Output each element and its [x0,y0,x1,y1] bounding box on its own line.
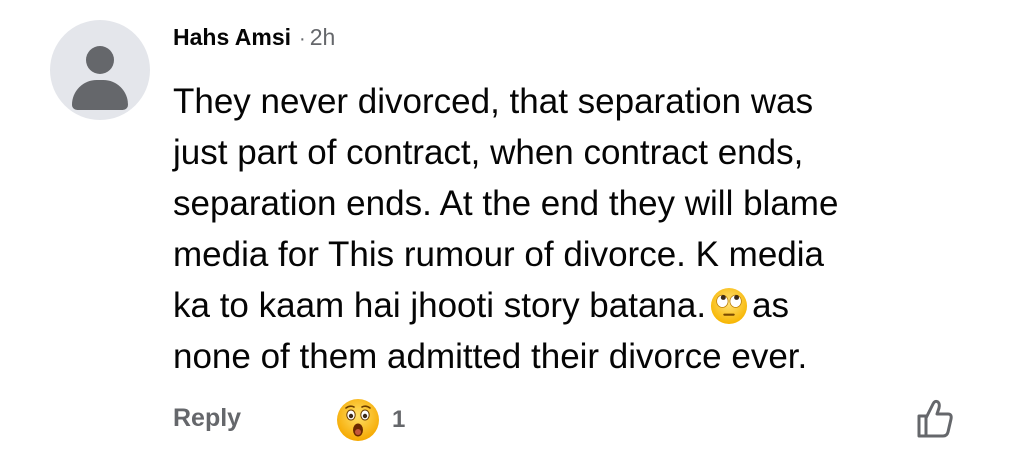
comment-line-3: separation ends. At the end they will bl… [173,184,839,223]
comment-line-5-tail: as [752,286,790,325]
comment-actions: Reply 1 [173,398,973,442]
comment-header: Hahs Amsi · 2h [173,24,335,56]
comment: Hahs Amsi · 2h They never divorced, that… [0,0,1024,469]
avatar-body-shape [72,80,128,110]
comment-line-2: just part of contract, when contract end… [173,133,804,172]
timestamp[interactable]: 2h [310,24,336,51]
comment-line-1: They never divorced, that separation was [173,82,814,121]
avatar[interactable] [50,20,150,120]
reaction-summary[interactable]: 1 [336,398,405,442]
separator-dot: · [299,28,306,50]
avatar-head-shape [86,46,114,74]
comment-line-4: media for This rumour of divorce. K medi… [173,235,825,274]
thumbs-up-icon[interactable] [915,398,955,440]
reply-button[interactable]: Reply [173,404,241,433]
comment-line-6: none of them admitted their divorce ever… [173,337,808,376]
rolling-eyes-emoji-icon [711,287,748,325]
comment-text: They never divorced, that separation was… [173,76,983,382]
comment-line-5: ka to kaam hai jhooti story batana. [173,286,707,325]
reaction-count: 1 [392,406,406,433]
astonished-emoji-icon [337,399,379,441]
author-name[interactable]: Hahs Amsi [173,24,291,51]
